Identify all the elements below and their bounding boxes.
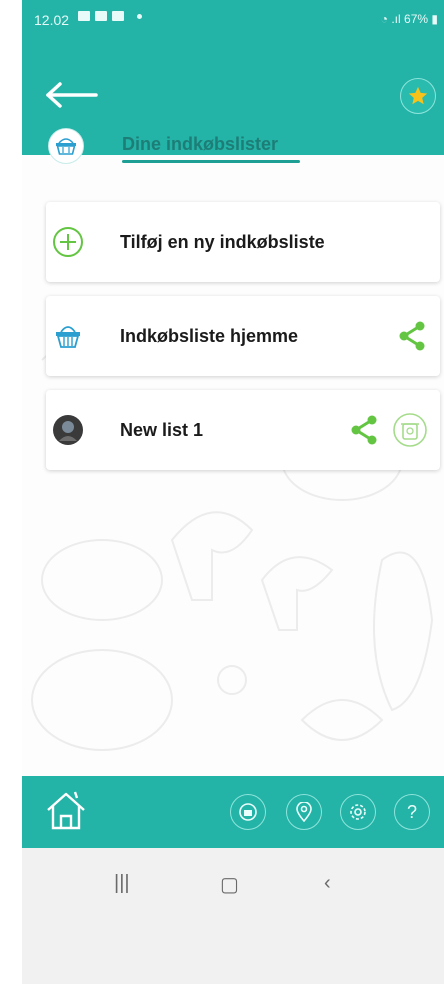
delete-list-button[interactable] bbox=[392, 412, 428, 448]
battery-icon: ▮ bbox=[431, 12, 438, 26]
bottom-navigation: ? bbox=[22, 776, 444, 848]
add-list-card[interactable]: Tilføj en ny indkøbsliste bbox=[46, 202, 440, 282]
status-right: ◔ .ıl 67% ▮ bbox=[381, 12, 438, 26]
help-nav-button[interactable]: ? bbox=[394, 794, 430, 830]
more-notifications-icon bbox=[137, 13, 142, 19]
signal-icon: .ıl bbox=[391, 12, 401, 26]
wifi-icon: ◔ bbox=[380, 12, 388, 26]
shopping-list-item[interactable]: Indkøbsliste hjemme bbox=[46, 296, 440, 376]
settings-icon bbox=[350, 804, 366, 820]
status-time: 12.02 bbox=[34, 12, 70, 28]
tab-shopping-lists[interactable]: Dine indkøbslister bbox=[122, 134, 278, 155]
app-screen: 12.02 ◔ .ıl 67% ▮ Dine indkøbslister Til… bbox=[22, 0, 444, 984]
system-back-button[interactable]: ‹ bbox=[324, 872, 331, 895]
status-bar: 12.02 ◔ .ıl 67% ▮ bbox=[22, 0, 444, 40]
list-owner-avatar bbox=[53, 415, 83, 445]
settings-nav-button[interactable] bbox=[340, 794, 376, 830]
shopping-lists-nav-button[interactable] bbox=[230, 794, 266, 830]
system-home-button[interactable]: ▢ bbox=[220, 872, 239, 897]
location-pin-icon bbox=[296, 802, 312, 822]
star-icon bbox=[408, 86, 428, 105]
basket-icon bbox=[56, 138, 76, 155]
mail-notification-icon bbox=[95, 11, 107, 21]
notification-icons bbox=[78, 11, 142, 21]
basket-icon bbox=[56, 326, 80, 348]
shopping-list-icon bbox=[239, 803, 257, 821]
list-name: Indkøbsliste hjemme bbox=[120, 326, 299, 346]
back-arrow-icon[interactable] bbox=[44, 80, 100, 110]
add-list-label: Tilføj en ny indkøbsliste bbox=[120, 232, 325, 252]
help-icon: ? bbox=[406, 801, 417, 822]
share-icon[interactable] bbox=[348, 414, 380, 446]
share-icon[interactable] bbox=[396, 320, 428, 352]
add-circle-icon bbox=[53, 227, 83, 257]
recent-apps-button[interactable]: ||| bbox=[114, 872, 130, 895]
list-name: New list 1 bbox=[120, 420, 204, 440]
home-icon[interactable] bbox=[44, 788, 88, 832]
location-nav-button[interactable] bbox=[286, 794, 322, 830]
shopping-list-item[interactable]: New list 1 bbox=[46, 390, 440, 470]
list-category-avatar bbox=[48, 128, 84, 164]
system-navigation-bar: ||| ▢ ‹ bbox=[22, 848, 444, 984]
gallery-notification-icon bbox=[78, 11, 90, 21]
favorite-button[interactable] bbox=[400, 78, 436, 114]
battery-percent: 67% bbox=[404, 12, 429, 26]
calendar-notification-icon bbox=[112, 11, 124, 21]
